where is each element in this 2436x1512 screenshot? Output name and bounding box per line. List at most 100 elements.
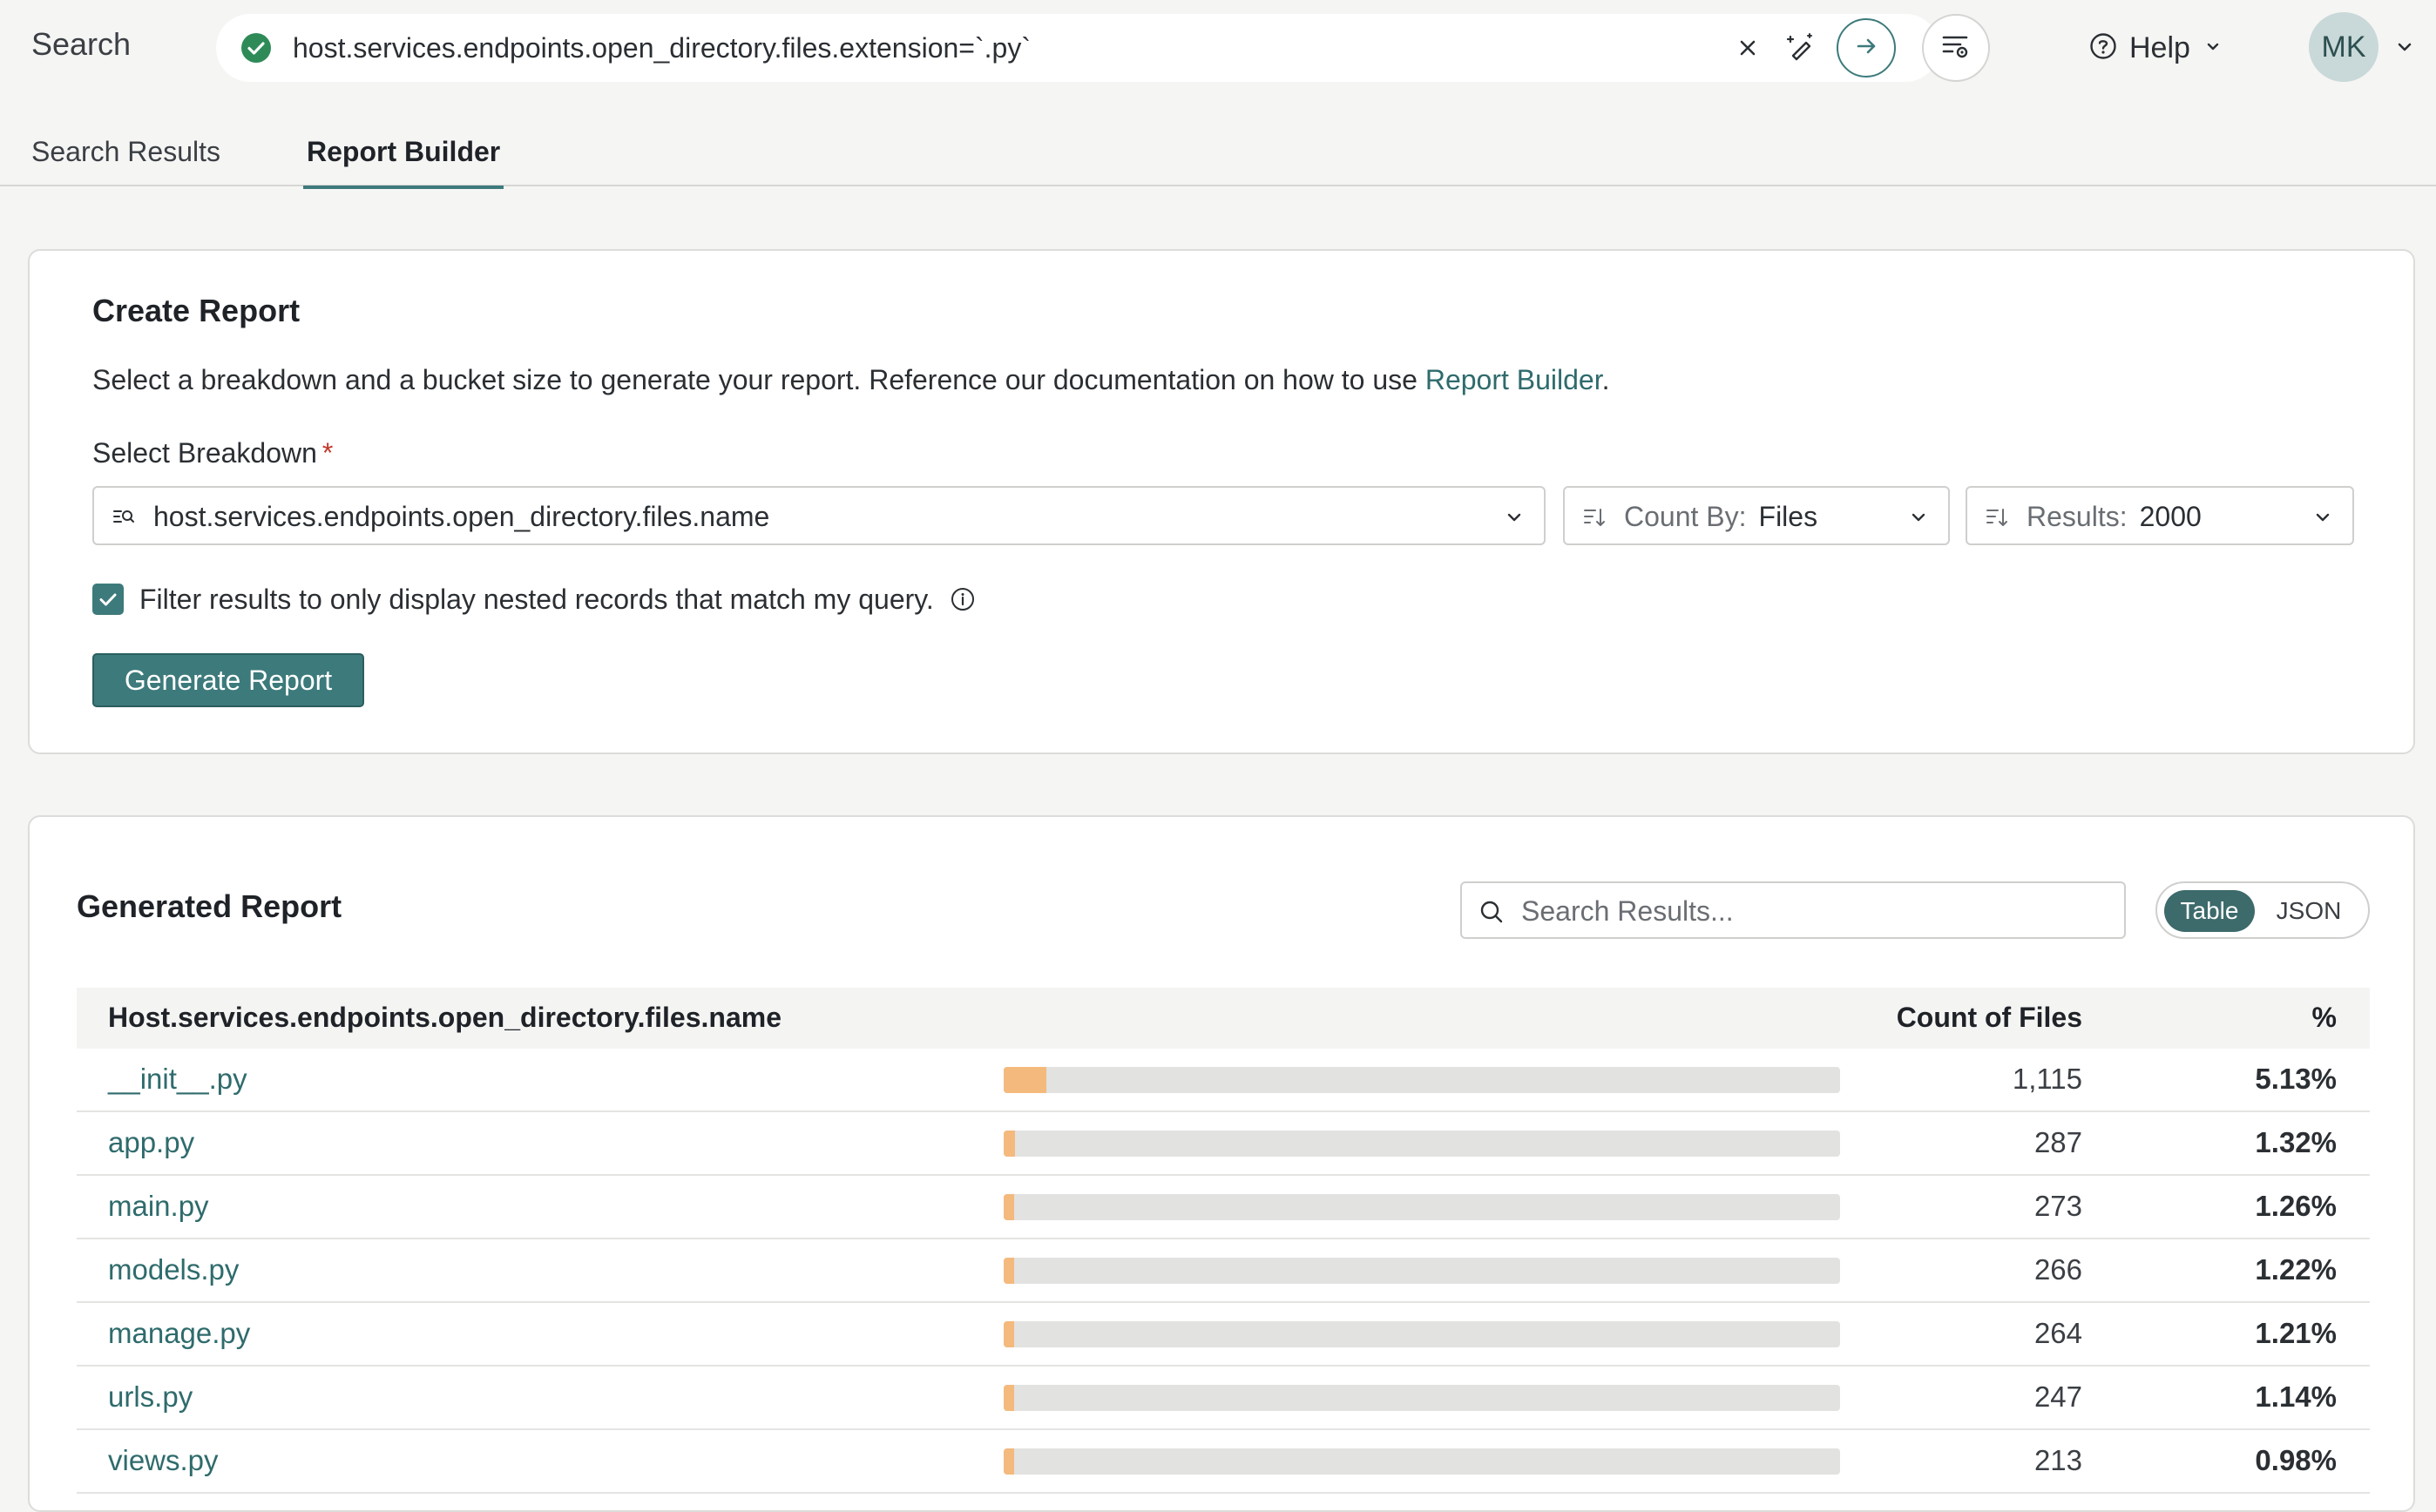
description-suffix: . — [1601, 364, 1610, 395]
view-json-button[interactable]: JSON — [2262, 890, 2356, 932]
results-selected: 2000 — [2139, 501, 2202, 532]
sort-icon — [1582, 505, 1607, 530]
info-icon[interactable] — [950, 586, 976, 612]
filter-nested-checkbox[interactable] — [92, 584, 124, 615]
table-row[interactable]: app.py 287 1.32% — [77, 1112, 2370, 1176]
chevron-down-icon — [2311, 505, 2335, 530]
column-header-name[interactable]: Host.services.endpoints.open_directory.f… — [108, 1002, 782, 1034]
file-percent: 1.32% — [2255, 1126, 2337, 1158]
results-prefix: Results: — [2027, 501, 2128, 532]
run-query-button[interactable] — [1837, 18, 1896, 78]
breakdown-value: host.services.endpoints.open_directory.f… — [153, 501, 770, 532]
query-input[interactable]: host.services.endpoints.open_directory.f… — [293, 32, 1031, 64]
results-select[interactable]: Results: 2000 — [1966, 486, 2354, 545]
sort-icon — [1985, 505, 2009, 530]
query-bar[interactable]: host.services.endpoints.open_directory.f… — [216, 14, 1939, 82]
chevron-down-icon[interactable] — [2392, 35, 2417, 59]
file-percent: 1.21% — [2255, 1317, 2337, 1349]
file-count: 287 — [2033, 1126, 2082, 1158]
file-name-link[interactable]: __init__.py — [108, 1063, 247, 1096]
share-bar — [1004, 1385, 1840, 1411]
field-search-icon — [112, 505, 136, 530]
file-name-link[interactable]: app.py — [108, 1126, 194, 1159]
required-marker: * — [321, 437, 334, 469]
chevron-down-icon — [1502, 505, 1526, 530]
chevron-down-icon — [1906, 505, 1931, 530]
count-by-select[interactable]: Count By: Files — [1563, 486, 1950, 545]
tab-search-results[interactable]: Search Results — [31, 136, 220, 186]
breakdown-label-text: Select Breakdown — [92, 437, 317, 469]
app-title: Search — [31, 26, 132, 62]
view-table-button[interactable]: Table — [2164, 890, 2255, 932]
report-builder-docs-link[interactable]: Report Builder — [1425, 364, 1602, 395]
results-search-input[interactable]: Search Results... — [1460, 881, 2126, 939]
count-by-value: Count By: Files — [1624, 501, 1817, 533]
generated-report-card: Generated Report Search Results... Table… — [28, 815, 2415, 1512]
share-bar — [1004, 1321, 1840, 1347]
share-bar-fill — [1004, 1448, 1014, 1475]
file-percent: 0.98% — [2255, 1444, 2337, 1476]
share-bar-fill — [1004, 1194, 1015, 1220]
generate-report-button[interactable]: Generate Report — [92, 653, 364, 707]
top-bar: Search host.services.endpoints.open_dire… — [0, 0, 2436, 96]
search-icon — [1478, 898, 1506, 926]
file-count: 247 — [2033, 1380, 2082, 1413]
file-count: 266 — [2033, 1253, 2082, 1286]
create-report-description: Select a breakdown and a bucket size to … — [92, 364, 1610, 396]
count-by-prefix: Count By: — [1624, 501, 1747, 532]
table-row[interactable]: __init__.py 1,115 5.13% — [77, 1049, 2370, 1112]
tab-bar: Search Results Report Builder — [0, 122, 2436, 189]
report-table: Host.services.endpoints.open_directory.f… — [77, 988, 2370, 1494]
file-name-link[interactable]: urls.py — [108, 1380, 193, 1414]
column-header-count[interactable]: Count of Files — [1897, 1002, 2082, 1034]
table-row[interactable]: main.py 273 1.26% — [77, 1176, 2370, 1239]
tab-report-builder[interactable]: Report Builder — [303, 136, 504, 189]
share-bar — [1004, 1067, 1840, 1093]
table-row[interactable]: urls.py 247 1.14% — [77, 1367, 2370, 1430]
share-bar-fill — [1004, 1131, 1015, 1157]
share-bar-fill — [1004, 1321, 1014, 1347]
help-label: Help — [2129, 30, 2190, 64]
help-menu[interactable]: Help — [2089, 26, 2223, 70]
wand-icon[interactable] — [1783, 30, 1817, 64]
file-count: 1,115 — [2012, 1063, 2082, 1095]
table-row[interactable]: manage.py 264 1.21% — [77, 1303, 2370, 1367]
file-name-link[interactable]: views.py — [108, 1444, 219, 1477]
create-report-card: Create Report Select a breakdown and a b… — [28, 249, 2415, 754]
avatar[interactable]: MK — [2309, 12, 2378, 82]
file-percent: 5.13% — [2255, 1063, 2337, 1095]
file-count: 213 — [2033, 1444, 2082, 1476]
breakdown-select[interactable]: host.services.endpoints.open_directory.f… — [92, 486, 1546, 545]
chevron-down-icon — [2203, 36, 2223, 61]
share-bar-fill — [1004, 1067, 1047, 1093]
close-icon[interactable] — [1732, 32, 1763, 64]
file-percent: 1.22% — [2255, 1253, 2337, 1286]
create-report-title: Create Report — [92, 293, 301, 328]
file-name-link[interactable]: models.py — [108, 1253, 239, 1286]
share-bar — [1004, 1448, 1840, 1475]
question-circle-icon — [2089, 32, 2117, 64]
share-bar — [1004, 1258, 1840, 1284]
file-name-link[interactable]: manage.py — [108, 1317, 250, 1350]
file-name-link[interactable]: main.py — [108, 1190, 209, 1223]
results-value: Results: 2000 — [2027, 501, 2202, 533]
share-bar-fill — [1004, 1258, 1014, 1284]
column-header-percent[interactable]: % — [2312, 1002, 2337, 1034]
query-settings-button[interactable] — [1922, 14, 1990, 82]
description-text: Select a breakdown and a bucket size to … — [92, 364, 1425, 395]
table-body: __init__.py 1,115 5.13% app.py 287 1.32% main.… — [77, 1049, 2370, 1494]
table-header: Host.services.endpoints.open_directory.f… — [77, 988, 2370, 1049]
filter-settings-icon — [1939, 30, 1972, 67]
file-percent: 1.14% — [2255, 1380, 2337, 1413]
file-count: 264 — [2033, 1317, 2082, 1349]
share-bar — [1004, 1131, 1840, 1157]
table-row[interactable]: views.py 213 0.98% — [77, 1430, 2370, 1494]
results-search-placeholder: Search Results... — [1521, 895, 1734, 927]
filter-nested-label: Filter results to only display nested re… — [139, 583, 934, 615]
check-circle-icon — [240, 32, 272, 64]
file-percent: 1.26% — [2255, 1190, 2337, 1222]
table-row[interactable]: models.py 266 1.22% — [77, 1239, 2370, 1303]
count-by-selected: Files — [1758, 501, 1818, 532]
breakdown-label: Select Breakdown * — [92, 437, 333, 469]
share-bar — [1004, 1194, 1840, 1220]
